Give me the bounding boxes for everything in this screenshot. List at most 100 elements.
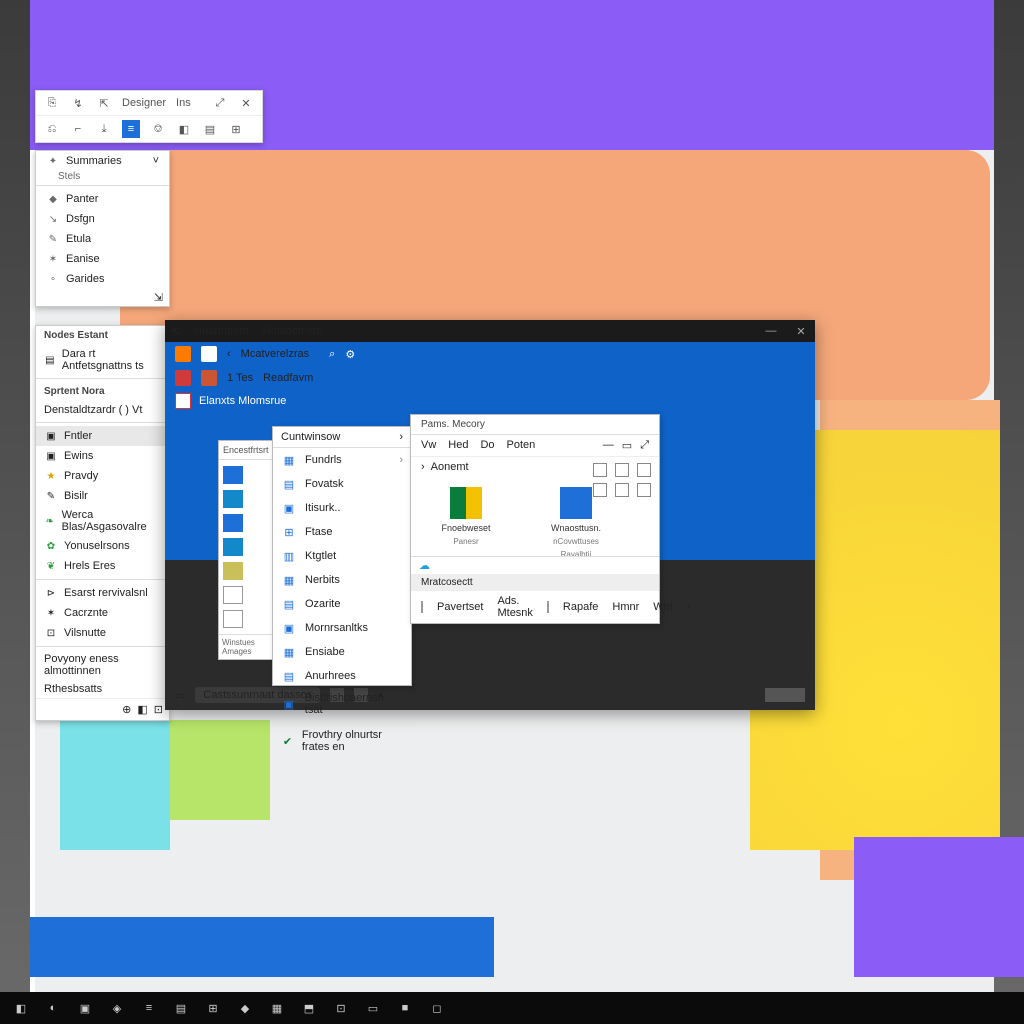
grid-tool[interactable] <box>593 463 607 477</box>
ctx-item[interactable]: ❦Hrels Eres <box>36 556 169 576</box>
toolbox-icon[interactable]: ⇱ <box>96 95 112 111</box>
tool-icon[interactable] <box>421 601 423 613</box>
ctx-item[interactable]: ▣Ewins <box>36 446 169 466</box>
toolbox-tool[interactable]: ◧ <box>176 121 192 137</box>
taskbar-icon[interactable]: ◧ <box>14 1001 28 1015</box>
menu-item[interactable]: ▤Ozarite <box>273 592 411 616</box>
side-panel-item[interactable]: ✶Eanise <box>36 249 169 269</box>
toolbox-tool[interactable]: ⤓ <box>96 121 112 137</box>
ctx-item[interactable]: Denstaldtzardr ( ) Vt <box>36 401 169 419</box>
ctx-section[interactable]: ▣Fntler <box>36 426 169 446</box>
close-icon[interactable]: ✕ <box>793 323 809 339</box>
menu-item[interactable]: ▦Fundrls› <box>273 448 411 472</box>
toolbox-tool[interactable]: ⌐ <box>70 121 86 137</box>
ctx-item[interactable]: ⊡Vilsnutte <box>36 623 169 643</box>
toolbox-tool[interactable]: ⎌ <box>44 121 60 137</box>
palette-swatch[interactable] <box>223 514 243 532</box>
palette-swatch[interactable] <box>223 538 243 556</box>
file-item[interactable]: Wnaosttusn. nCovwttuses Ravalbtii <box>541 487 611 559</box>
tool-label[interactable]: Hmnr <box>612 601 639 613</box>
tool-label[interactable]: Rapafe <box>563 601 598 613</box>
grid-tool[interactable] <box>637 483 651 497</box>
tool-label[interactable]: Ads. Mtesnk <box>497 595 532 619</box>
back-icon[interactable]: ⟲ <box>171 325 180 338</box>
tool-icon[interactable]: ▭ <box>622 439 632 452</box>
title-bar[interactable]: ⟲ Hnartntfem Hmadetrixts — ✕ <box>165 320 815 342</box>
tab-label[interactable]: Mcatverelzras <box>241 348 309 360</box>
side-panel-item[interactable]: ◆Panter <box>36 189 169 209</box>
taskbar-icon[interactable]: ⊞ <box>206 1001 220 1015</box>
grid-tool[interactable] <box>593 483 607 497</box>
taskbar-icon[interactable]: ⬒ <box>302 1001 316 1015</box>
menu[interactable]: Vw <box>421 439 436 452</box>
tool-icon[interactable]: ⤢ <box>640 439 649 452</box>
chevron-right-icon[interactable]: › <box>687 601 691 613</box>
menu-item[interactable]: ▦Nerbits <box>273 568 411 592</box>
ctx-item[interactable]: ❧Werca Blas/Asgasovalre <box>36 506 169 536</box>
side-panel-header[interactable]: ✦ Summaries ˅ <box>36 151 169 171</box>
ctx-item[interactable]: ⊳Esarst rervivalsnl <box>36 583 169 603</box>
menu[interactable]: Hed <box>448 439 468 452</box>
settings-icon[interactable]: ⚙ <box>345 348 355 361</box>
ctx-item[interactable]: ★Pravdy <box>36 466 169 486</box>
tab-icon[interactable] <box>201 346 217 362</box>
menu[interactable]: Do <box>480 439 494 452</box>
ctx-tool-icon[interactable]: ⊕ <box>122 703 131 716</box>
app-icon[interactable] <box>175 346 191 362</box>
ctx-item[interactable]: ✶Cacrznte <box>36 603 169 623</box>
taskbar-icon[interactable]: ≡ <box>142 1001 156 1015</box>
tool-icon[interactable]: — <box>603 439 614 452</box>
menu-item[interactable]: ▣Bistfrishoaernsn tsat <box>273 688 411 720</box>
menu-item[interactable]: ▣Mornrsanltks <box>273 616 411 640</box>
taskbar-icon[interactable]: ◈ <box>110 1001 124 1015</box>
menu-item[interactable]: ▤Fovatsk <box>273 472 411 496</box>
grid-tool[interactable] <box>615 483 629 497</box>
ctx-item[interactable]: ✿Yonuselrsons <box>36 536 169 556</box>
ctx-item[interactable]: ▤Dara rt Antfetsgnattns ts <box>36 345 169 375</box>
ribbon-icon[interactable] <box>201 370 217 386</box>
taskbar-icon[interactable]: ◆ <box>238 1001 252 1015</box>
taskbar-icon[interactable]: ■ <box>398 1001 412 1015</box>
toolbox-tool[interactable]: ⊞ <box>228 121 244 137</box>
tab-label[interactable]: ‹ <box>227 348 231 360</box>
palette-swatch[interactable] <box>223 466 243 484</box>
taskbar-icon[interactable]: ▤ <box>174 1001 188 1015</box>
grid-tool[interactable] <box>637 463 651 477</box>
toolbox-icon[interactable]: ↯ <box>70 95 86 111</box>
toolbox-icon[interactable]: ⎘ <box>44 95 60 111</box>
palette-swatch[interactable] <box>223 562 243 580</box>
menu-item[interactable]: ▥Ktgtlet <box>273 544 411 568</box>
side-panel-item[interactable]: ✎Etula <box>36 229 169 249</box>
side-panel-sub[interactable]: Stels <box>36 171 169 182</box>
toolbox-tab[interactable]: Ins <box>176 97 191 109</box>
taskbar-icon[interactable]: ▭ <box>366 1001 380 1015</box>
ctx-footer-item[interactable]: Povyony eness almottinnen <box>36 650 169 680</box>
taskbar-icon[interactable]: ⊡ <box>334 1001 348 1015</box>
ctx-tool-icon[interactable]: ⊡ <box>154 703 163 716</box>
menu[interactable]: Poten <box>507 439 536 452</box>
tool-label[interactable]: Pavertset <box>437 601 483 613</box>
panel-c-tab[interactable]: Mratcosectt <box>411 574 659 591</box>
taskbar-icon[interactable]: ◻ <box>430 1001 444 1015</box>
taskbar[interactable]: ◧ ◐ ▣ ◈ ≡ ▤ ⊞ ◆ ▦ ⬒ ⊡ ▭ ■ ◻ <box>0 992 1024 1024</box>
ctx-tool-icon[interactable]: ◧ <box>137 703 147 716</box>
taskbar-icon[interactable]: ▣ <box>78 1001 92 1015</box>
search-icon[interactable]: ⌕ <box>329 348 335 361</box>
toolbox-icon[interactable]: ✕ <box>238 95 254 111</box>
ribbon-label[interactable]: 1 Tes <box>227 372 253 384</box>
menu-item[interactable]: ▣Itisurk.. <box>273 496 411 520</box>
palette-swatch[interactable] <box>223 490 243 508</box>
palette-swatch[interactable] <box>223 610 243 628</box>
taskbar-icon[interactable]: ◐ <box>46 1001 60 1015</box>
tool-icon[interactable] <box>547 601 549 613</box>
ribbon-label[interactable]: Readfavm <box>263 372 313 384</box>
status-icon[interactable]: ▭ <box>175 689 185 702</box>
toolbox-tool[interactable]: ▤ <box>202 121 218 137</box>
side-panel-item[interactable]: ↘Dsfgn <box>36 209 169 229</box>
ctx-footer-item[interactable]: Rthesbsatts <box>36 680 169 698</box>
side-panel-item[interactable]: ∘Garides <box>36 269 169 289</box>
menu-item[interactable]: ⊞Ftase <box>273 520 411 544</box>
palette-swatch[interactable] <box>223 586 243 604</box>
toolbox-icon[interactable]: ⤢ <box>212 95 228 111</box>
grid-tool[interactable] <box>615 463 629 477</box>
